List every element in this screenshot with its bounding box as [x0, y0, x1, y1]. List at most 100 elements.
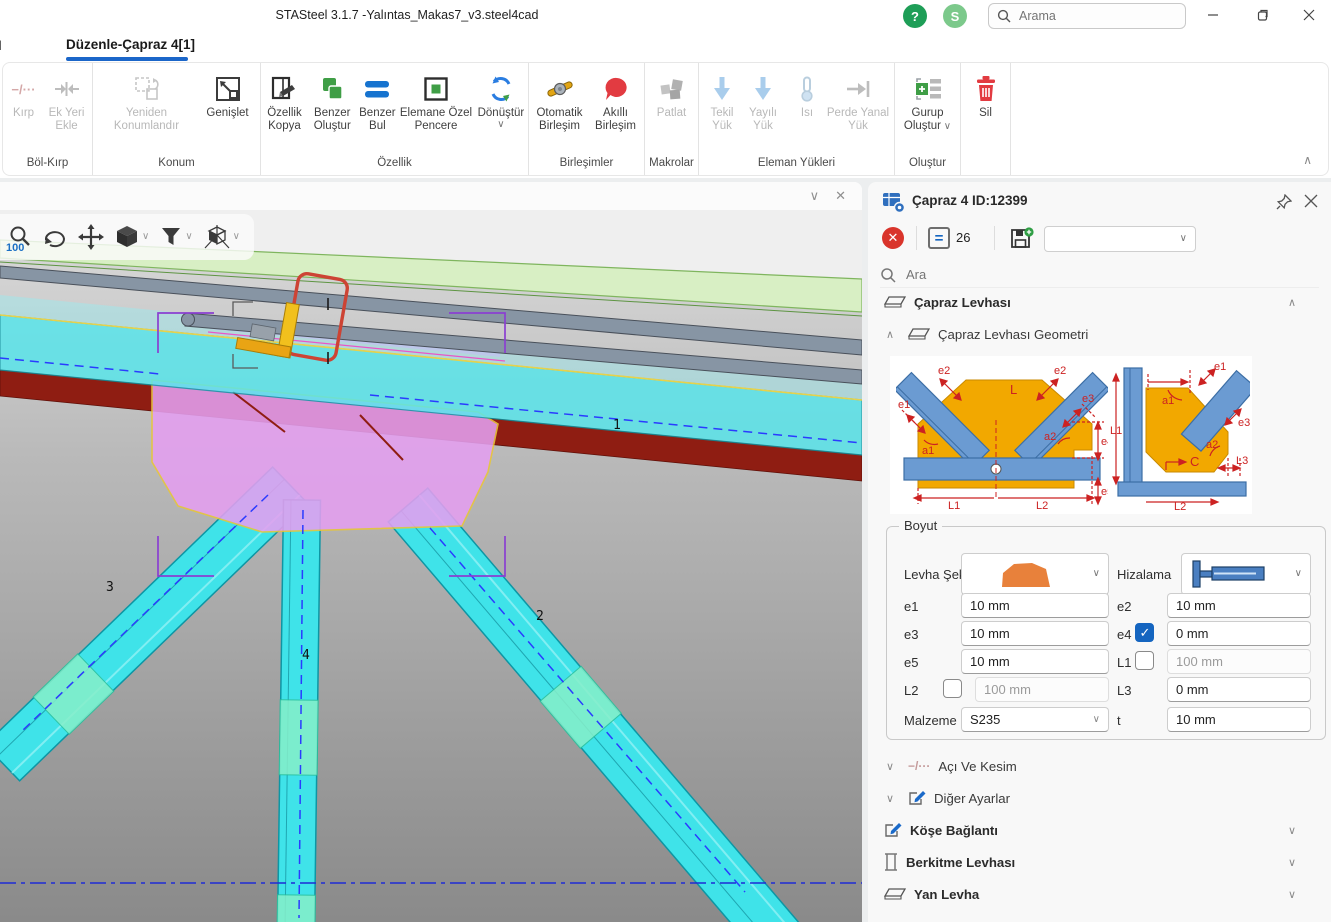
dim-L2: L2 — [1036, 500, 1048, 510]
e1-label: e1 — [904, 599, 918, 614]
minimize-button[interactable] — [1191, 0, 1235, 30]
sil-button[interactable]: Sil — [963, 67, 1009, 120]
donustur-dropdown-chevron[interactable]: ∨ — [497, 120, 504, 130]
viewport-3d-scene[interactable]: 1 2 3 4 — [0, 210, 862, 922]
section-capraz-levhasi[interactable]: Çapraz Levhası ∧ — [884, 290, 1314, 314]
expand-chevron[interactable]: ∨ — [886, 760, 900, 773]
expand-chevron[interactable]: ∨ — [1288, 824, 1296, 837]
section-kose-baglanti[interactable]: Köşe Bağlantı ∨ — [884, 818, 1314, 842]
ozellik-kopya-button[interactable]: Özellik Kopya — [261, 67, 308, 133]
combobox-chevron: ∨ — [1180, 234, 1187, 244]
expand-chevron[interactable]: ∨ — [886, 792, 900, 805]
yeniden-konumlandir-button[interactable]: Yeniden Konumlandır — [96, 67, 198, 133]
yayili-yuk-button[interactable]: Yayılı Yük — [742, 67, 784, 133]
expand-chevron[interactable]: ∨ — [1288, 888, 1296, 901]
panel-search[interactable] — [880, 262, 1319, 288]
hizalama-dropdown[interactable]: ∨ — [1181, 553, 1311, 595]
tab-duzenle-capraz[interactable]: Düzenle-Çapraz 4[1] — [66, 37, 195, 52]
property-copy-icon — [270, 71, 298, 107]
e4-checkbox[interactable] — [1135, 623, 1154, 642]
e5-input[interactable] — [961, 649, 1109, 674]
tab-bar: l Düzenle-Çapraz 4[1] — [0, 32, 1331, 62]
expand-chevron[interactable]: ∨ — [1288, 856, 1296, 869]
e3-input[interactable] — [961, 621, 1109, 646]
help-button[interactable]: ? — [903, 4, 927, 28]
global-search[interactable] — [988, 3, 1186, 29]
section-partial-bottom[interactable] — [884, 914, 1314, 922]
pin-icon[interactable] — [1276, 194, 1292, 210]
e4-input[interactable] — [1167, 621, 1311, 646]
pan-tool[interactable] — [78, 224, 104, 250]
equals-filter-icon[interactable]: = — [928, 227, 950, 249]
filter-tool[interactable]: ∨ — [159, 225, 192, 249]
template-combobox[interactable]: ∨ — [1044, 226, 1196, 252]
section-geometri[interactable]: ∧ Çapraz Levhası Geometri — [886, 322, 1306, 346]
boyut-groupbox: Boyut Levha Şekli ∨ Hizalama ∨ — [886, 526, 1326, 740]
dim-e2-left: e2 — [938, 365, 950, 377]
active-tab-underline — [66, 57, 188, 61]
levha-sekli-dropdown[interactable]: ∨ — [961, 553, 1109, 595]
global-search-input[interactable] — [1019, 9, 1159, 23]
thermometer-icon — [796, 71, 818, 107]
e2-input[interactable] — [1167, 593, 1311, 618]
dim-e2-right: e2 — [1054, 365, 1066, 377]
tab-edge-fragment[interactable]: l — [0, 38, 2, 53]
L2-checkbox[interactable] — [943, 679, 962, 698]
gurup-olustur-chevron[interactable]: ∨ — [941, 121, 951, 132]
dim-a2: a2 — [1044, 431, 1056, 443]
orbit-icon — [42, 226, 68, 248]
donustur-button[interactable]: Dönüştür ∨ — [474, 67, 528, 130]
malzeme-select[interactable]: S235 ∨ — [961, 707, 1109, 732]
main-area: ∨ ✕ ∨ ∨ — [0, 178, 1331, 922]
benzer-bul-button[interactable]: Benzer Bul — [357, 67, 399, 133]
section-berkitme-levhasi[interactable]: Berkitme Levhası ∨ — [884, 850, 1314, 874]
akilli-birlesim-button[interactable]: Akıllı Birleşim — [589, 67, 643, 133]
elemane-ozel-pencere-button[interactable]: Elemane Özel Pencere — [398, 67, 474, 133]
viewport-dropdown-chevron[interactable]: ∨ — [810, 188, 820, 204]
collapse-chevron[interactable]: ∧ — [886, 328, 900, 341]
genislet-button[interactable]: Genişlet — [198, 67, 258, 120]
L3-input[interactable] — [1167, 677, 1311, 702]
ek-yeri-ekle-button[interactable]: Ek Yeri Ekle — [43, 67, 91, 133]
section-yan-levha[interactable]: Yan Levha ∨ — [884, 882, 1314, 906]
view-cube-tool[interactable]: ∨ — [114, 224, 149, 250]
section-aci-ve-kesim[interactable]: ∨ −/··· Açı Ve Kesim — [886, 754, 1306, 778]
otomatik-birlesim-button[interactable]: Otomatik Birleşim — [531, 67, 589, 133]
save-template-icon[interactable] — [1008, 226, 1034, 252]
maximize-button[interactable] — [1241, 0, 1285, 30]
splice-insert-icon — [54, 71, 80, 107]
panel-close-icon[interactable] — [1304, 194, 1318, 208]
L1-input[interactable] — [1167, 649, 1311, 674]
filter-chevron[interactable]: ∨ — [185, 232, 192, 242]
e1-input[interactable] — [961, 593, 1109, 618]
L2-input[interactable] — [975, 677, 1109, 702]
panel-search-input[interactable] — [906, 267, 1206, 282]
patlat-button[interactable]: Patlat — [647, 67, 697, 120]
avatar[interactable]: S — [943, 4, 967, 28]
perde-yanal-yuk-button[interactable]: Perde Yanal Yük — [825, 67, 891, 133]
tekil-yuk-button[interactable]: Tekil Yük — [702, 67, 742, 133]
orbit-tool[interactable] — [42, 226, 68, 248]
cube-chevron[interactable]: ∨ — [142, 232, 149, 242]
alignment-icon — [1190, 559, 1272, 589]
plate-shape-icon — [994, 559, 1056, 589]
t-input[interactable] — [1167, 707, 1311, 732]
section-diger-ayarlar[interactable]: ∨ Diğer Ayarlar — [886, 786, 1306, 810]
L1-checkbox[interactable] — [1135, 651, 1154, 670]
axis-chevron[interactable]: ∨ — [233, 232, 240, 242]
axis-view-tool[interactable]: ∨ — [203, 224, 240, 250]
close-button[interactable] — [1287, 0, 1331, 30]
ribbon-group-konum: Yeniden Konumlandır Genişlet Konum — [93, 63, 261, 175]
kirp-button[interactable]: −/··· Kırp — [5, 67, 43, 120]
benzer-olustur-button[interactable]: Benzer Oluştur — [308, 67, 357, 133]
viewport-panel: ∨ ✕ ∨ ∨ — [0, 182, 862, 922]
gurup-olustur-button[interactable]: Gurup Oluştur ∨ — [897, 67, 959, 133]
isi-button[interactable]: Isı — [789, 67, 825, 120]
group-label-birlesimler: Birleşimler — [529, 153, 644, 175]
ribbon-collapse-chevron[interactable]: ∧ — [1303, 153, 1312, 167]
cancel-button[interactable]: ✕ — [882, 227, 904, 249]
e2-label: e2 — [1117, 599, 1131, 614]
collapse-chevron[interactable]: ∧ — [1288, 296, 1296, 309]
viewport-close-icon[interactable]: ✕ — [835, 188, 846, 204]
avatar-initial: S — [951, 9, 960, 24]
